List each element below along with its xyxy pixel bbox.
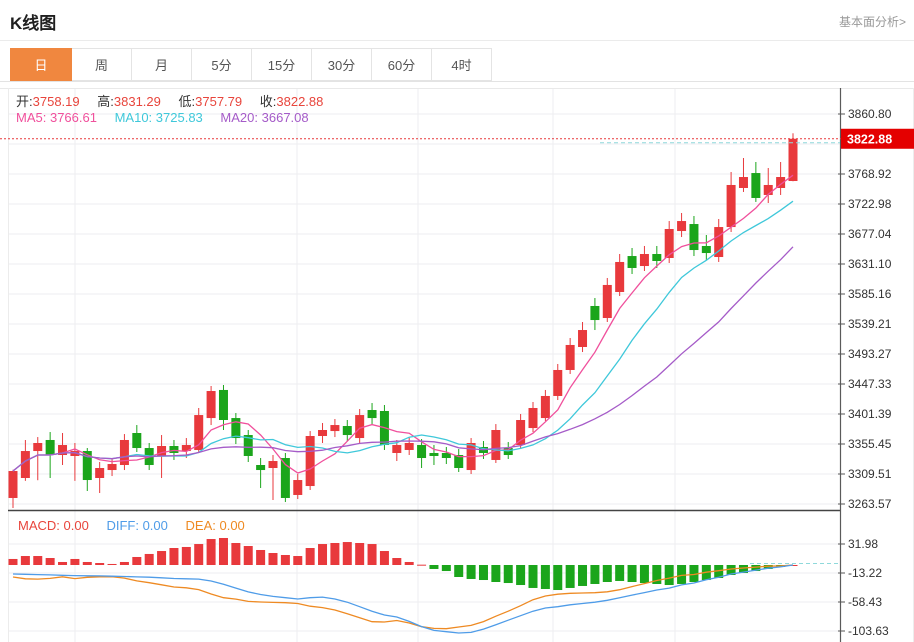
- svg-text:-13.22: -13.22: [848, 566, 882, 580]
- svg-text:3263.57: 3263.57: [848, 497, 892, 511]
- svg-text:3768.92: 3768.92: [848, 167, 892, 181]
- macd-histogram: [9, 538, 798, 590]
- svg-text:31.98: 31.98: [848, 537, 878, 551]
- svg-text:3722.98: 3722.98: [848, 197, 892, 211]
- candles-layer: [9, 133, 798, 508]
- svg-text:3631.10: 3631.10: [848, 257, 892, 271]
- svg-text:3309.51: 3309.51: [848, 467, 892, 481]
- current-price-badge: 3822.88: [841, 129, 914, 149]
- svg-text:3677.04: 3677.04: [848, 227, 892, 241]
- svg-text:3447.33: 3447.33: [848, 377, 892, 391]
- kline-chart-canvas[interactable]: 3860.80 3768.92 3722.98 3677.04 3631.10 3585.…: [0, 0, 914, 642]
- svg-text:3401.39: 3401.39: [848, 407, 892, 421]
- macd-axis: 31.98 -13.22 -58.43 -103.63: [838, 537, 889, 638]
- svg-text:-58.43: -58.43: [848, 595, 882, 609]
- diff-line: [13, 565, 793, 633]
- svg-text:3539.21: 3539.21: [848, 317, 892, 331]
- price-axis: 3860.80 3768.92 3722.98 3677.04 3631.10 3585.…: [838, 107, 892, 511]
- svg-text:3822.88: 3822.88: [847, 132, 892, 146]
- kline-widget: K线图 基本面分析> 日 周 月 5分 15分 30分 60分 4时 3860.…: [0, 0, 914, 642]
- svg-text:-103.63: -103.63: [848, 624, 889, 638]
- svg-text:3355.45: 3355.45: [848, 437, 892, 451]
- svg-text:3585.16: 3585.16: [848, 287, 892, 301]
- svg-text:3493.27: 3493.27: [848, 347, 892, 361]
- svg-text:3860.80: 3860.80: [848, 107, 892, 121]
